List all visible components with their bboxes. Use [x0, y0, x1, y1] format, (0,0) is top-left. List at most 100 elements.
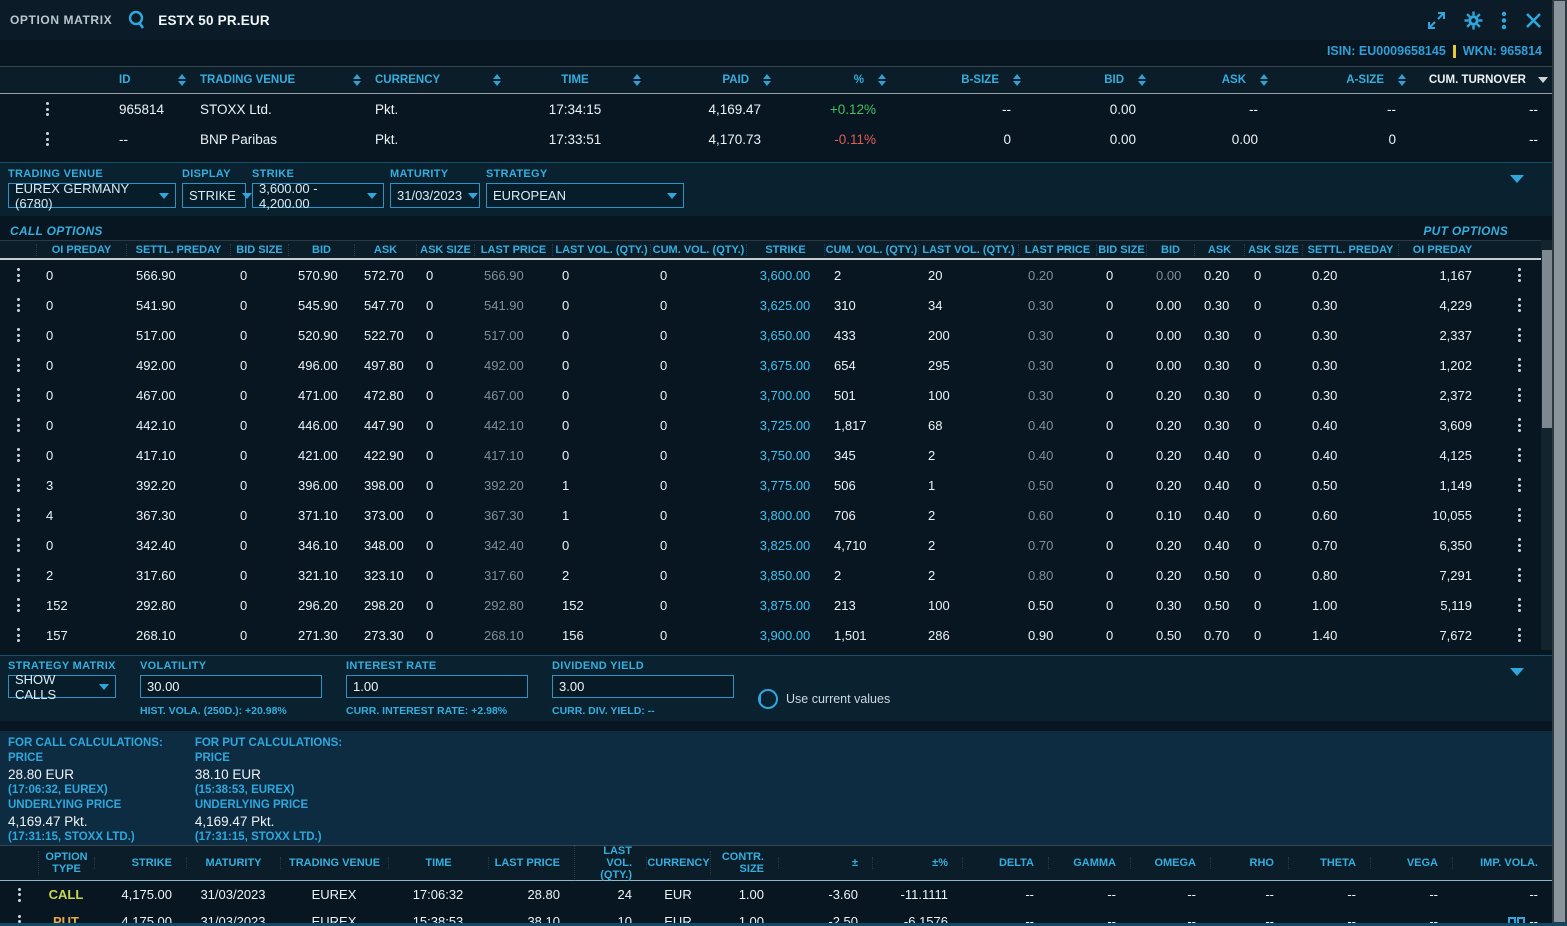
- header-strike[interactable]: STRIKE: [94, 857, 186, 869]
- header-a-size[interactable]: A-SIZE: [1272, 74, 1410, 86]
- option-row[interactable]: 0442.100446.00447.900442.10003,725.001,8…: [0, 410, 1552, 440]
- option-row[interactable]: 0566.900570.90572.700566.90003,600.00220…: [0, 260, 1552, 290]
- interest-rate-input[interactable]: [346, 675, 528, 698]
- header-last-vol[interactable]: LAST VOL. (QTY.): [552, 244, 650, 256]
- header-ask[interactable]: ASK: [354, 244, 416, 256]
- header-strike[interactable]: STRIKE: [746, 244, 824, 256]
- header-vega[interactable]: VEGA: [1370, 857, 1452, 869]
- kebab-icon[interactable]: [0, 102, 95, 116]
- expand-icon[interactable]: [1427, 11, 1446, 30]
- option-row[interactable]: 0417.100421.00422.900417.10003,750.00345…: [0, 440, 1552, 470]
- quote-row[interactable]: --BNP ParibasPkt.17:33:514,170.73-0.11%0…: [0, 124, 1552, 154]
- kebab-icon[interactable]: [0, 478, 36, 492]
- header-trading-venue[interactable]: TRADING VENUE: [280, 857, 388, 869]
- strike-range-dropdown[interactable]: 3,600.00 - 4,200.00: [252, 183, 384, 208]
- maturity-dropdown[interactable]: 31/03/2023: [390, 183, 480, 208]
- option-row[interactable]: 0492.000496.00497.800492.00003,675.00654…: [0, 350, 1552, 380]
- cell-strike[interactable]: 3,775.00: [746, 478, 824, 493]
- header-b-size[interactable]: B-SIZE: [890, 74, 1025, 86]
- header-put-cum-vol[interactable]: CUM. VOL. (QTY.): [824, 244, 918, 256]
- header-currency[interactable]: CURRENCY: [365, 74, 505, 86]
- header-cum-vol[interactable]: CUM. VOL. (QTY.): [650, 244, 746, 256]
- cell-strike[interactable]: 3,675.00: [746, 358, 824, 373]
- cell-strike[interactable]: 3,725.00: [746, 418, 824, 433]
- header-put-bid[interactable]: BID: [1146, 244, 1194, 256]
- quote-row[interactable]: 965814STOXX Ltd.Pkt.17:34:154,169.47+0.1…: [0, 94, 1552, 124]
- header-put-ask[interactable]: ASK: [1194, 244, 1244, 256]
- header-last-price[interactable]: LAST PRICE: [488, 857, 574, 869]
- kebab-icon[interactable]: [0, 915, 38, 926]
- header-bid[interactable]: BID: [288, 244, 354, 256]
- option-row[interactable]: 4367.300371.10373.000367.30103,800.00706…: [0, 500, 1552, 530]
- strategy-dropdown[interactable]: EUROPEAN: [486, 183, 684, 208]
- option-row[interactable]: 157268.100271.30273.300268.1015603,900.0…: [0, 620, 1552, 650]
- trading-venue-dropdown[interactable]: EUREX GERMANY (6780): [8, 183, 176, 208]
- option-row[interactable]: 3392.200396.00398.000392.20103,775.00506…: [0, 470, 1552, 500]
- strategy-leg-row[interactable]: CALL4,175.0031/03/2023EUREX17:06:3228.80…: [0, 881, 1552, 908]
- kebab-icon[interactable]: [0, 418, 36, 432]
- kebab-icon[interactable]: [0, 448, 36, 462]
- header-delta[interactable]: DELTA: [962, 857, 1048, 869]
- window-scrollbar-thumb[interactable]: [1554, 1, 1565, 922]
- collapse-strategy-icon[interactable]: [1510, 668, 1524, 676]
- display-dropdown[interactable]: STRIKE: [182, 183, 246, 208]
- more-menu-icon[interactable]: [1501, 11, 1507, 30]
- kebab-icon[interactable]: [0, 328, 36, 342]
- option-row[interactable]: 0342.400346.10348.000342.40003,825.004,7…: [0, 530, 1552, 560]
- header-omega[interactable]: OMEGA: [1130, 857, 1210, 869]
- header-trading-venue[interactable]: TRADING VENUE: [190, 74, 365, 86]
- cell-strike[interactable]: 3,700.00: [746, 388, 824, 403]
- header-change-pct[interactable]: ±%: [872, 857, 962, 869]
- strategy-leg-row[interactable]: PUT4,175.0031/03/2023EUREX15:38:5338.101…: [0, 908, 1552, 926]
- kebab-icon[interactable]: [0, 358, 36, 372]
- cell-strike[interactable]: 3,625.00: [746, 298, 824, 313]
- header-put-settl-preday[interactable]: SETTL. PREDAY: [1302, 244, 1398, 256]
- header-put-last-price[interactable]: LAST PRICE: [1018, 244, 1096, 256]
- header-ask[interactable]: ASK: [1150, 74, 1272, 86]
- use-current-values-toggle[interactable]: Use current values: [758, 680, 890, 717]
- header-cum-turnover[interactable]: CUM. TURNOVER: [1410, 74, 1552, 86]
- header-gamma[interactable]: GAMMA: [1048, 857, 1130, 869]
- header-maturity[interactable]: MATURITY: [186, 857, 280, 869]
- header-put-last-vol[interactable]: LAST VOL. (QTY.): [918, 244, 1018, 256]
- kebab-icon[interactable]: [0, 598, 36, 612]
- option-row[interactable]: 152292.800296.20298.200292.8015203,875.0…: [0, 590, 1552, 620]
- header-put-ask-size[interactable]: ASK SIZE: [1244, 244, 1302, 256]
- linked-windows-icon[interactable]: [1508, 916, 1528, 926]
- header-last-vol[interactable]: LAST VOL. (QTY.): [574, 845, 646, 881]
- cell-strike[interactable]: 3,800.00: [746, 508, 824, 523]
- header-oi-preday[interactable]: OI PREDAY: [36, 244, 126, 256]
- show-calls-dropdown[interactable]: SHOW CALLS: [8, 675, 116, 698]
- kebab-icon[interactable]: [0, 268, 36, 282]
- gear-icon[interactable]: [1464, 11, 1483, 30]
- kebab-icon[interactable]: [0, 508, 36, 522]
- header-id[interactable]: ID: [95, 74, 190, 86]
- cell-strike[interactable]: 3,600.00: [746, 268, 824, 283]
- header-change[interactable]: ±: [778, 857, 872, 869]
- option-row[interactable]: 2317.600321.10323.100317.60203,850.00220…: [0, 560, 1552, 590]
- header-time[interactable]: TIME: [388, 857, 488, 869]
- header-ask-size[interactable]: ASK SIZE: [416, 244, 474, 256]
- option-row[interactable]: 0541.900545.90547.700541.90003,625.00310…: [0, 290, 1552, 320]
- cell-strike[interactable]: 3,850.00: [746, 568, 824, 583]
- search-icon[interactable]: [126, 9, 148, 31]
- option-row[interactable]: 0467.000471.00472.800467.00003,700.00501…: [0, 380, 1552, 410]
- kebab-icon[interactable]: [0, 298, 36, 312]
- header-last-price[interactable]: LAST PRICE: [474, 244, 552, 256]
- header-option-type[interactable]: OPTION TYPE: [38, 851, 94, 875]
- header-settl-preday[interactable]: SETTL. PREDAY: [126, 244, 230, 256]
- cell-strike[interactable]: 3,825.00: [746, 538, 824, 553]
- header-paid[interactable]: PAID: [645, 74, 775, 86]
- header-imp-vola[interactable]: IMP. VOLA.: [1452, 857, 1552, 869]
- header-theta[interactable]: THETA: [1288, 857, 1370, 869]
- header-contr-size[interactable]: CONTR. SIZE: [710, 851, 778, 875]
- kebab-icon[interactable]: [0, 888, 38, 902]
- cell-strike[interactable]: 3,750.00: [746, 448, 824, 463]
- header-percent[interactable]: %: [775, 74, 890, 86]
- option-row[interactable]: 0517.000520.90522.700517.00003,650.00433…: [0, 320, 1552, 350]
- close-icon[interactable]: [1525, 12, 1542, 29]
- kebab-icon[interactable]: [0, 568, 36, 582]
- header-bid[interactable]: BID: [1025, 74, 1150, 86]
- cell-strike[interactable]: 3,900.00: [746, 628, 824, 643]
- header-time[interactable]: TIME: [505, 74, 645, 86]
